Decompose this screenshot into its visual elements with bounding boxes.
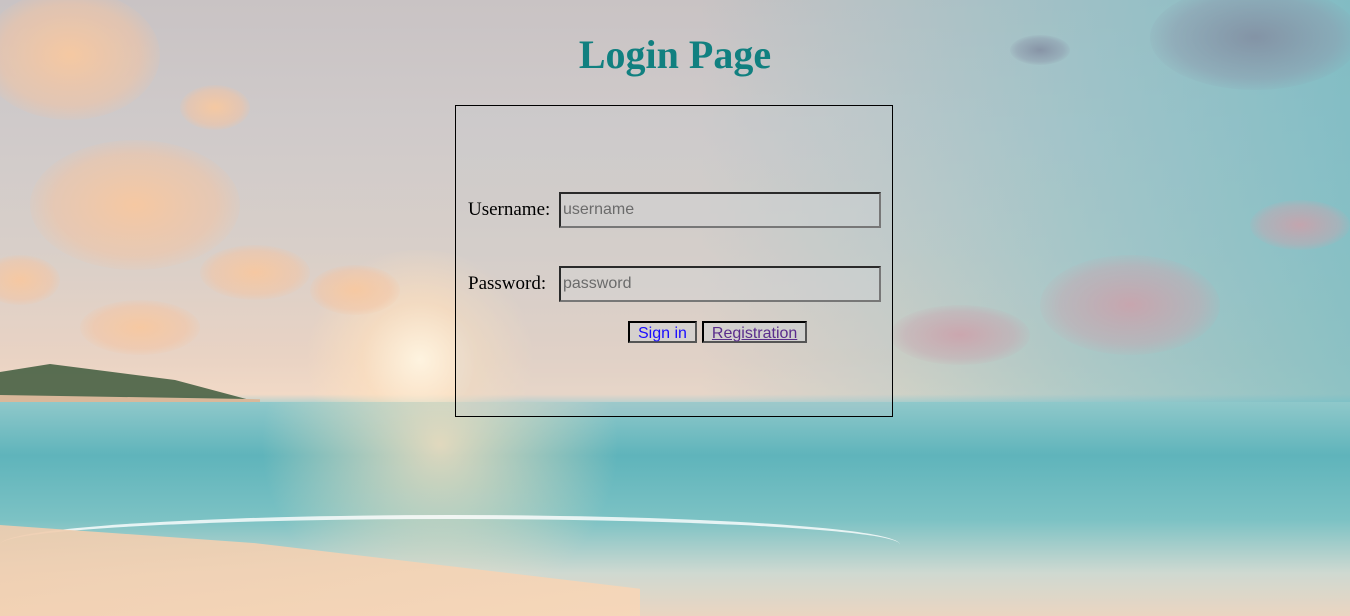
sign-in-button[interactable]: Sign in: [628, 321, 697, 343]
username-input[interactable]: [559, 192, 881, 228]
password-row: Password:: [468, 266, 881, 302]
cloud: [180, 85, 250, 130]
cloud: [80, 300, 200, 355]
password-input[interactable]: [559, 266, 881, 302]
form-buttons: Sign in Registration: [628, 321, 808, 343]
username-row: Username:: [468, 192, 881, 228]
cloud: [1040, 255, 1220, 355]
page-title: Login Page: [578, 32, 772, 77]
palm-island: [0, 364, 250, 400]
registration-button[interactable]: Registration: [701, 321, 808, 343]
cloud: [200, 245, 310, 300]
cloud: [1250, 200, 1350, 250]
cloud: [30, 140, 240, 270]
password-label: Password:: [468, 273, 547, 294]
cloud: [890, 305, 1030, 365]
cloud: [0, 255, 60, 305]
username-label: Username:: [468, 199, 551, 220]
cloud: [310, 265, 400, 315]
login-form: Username: Password: Sign in Registration: [455, 105, 893, 417]
